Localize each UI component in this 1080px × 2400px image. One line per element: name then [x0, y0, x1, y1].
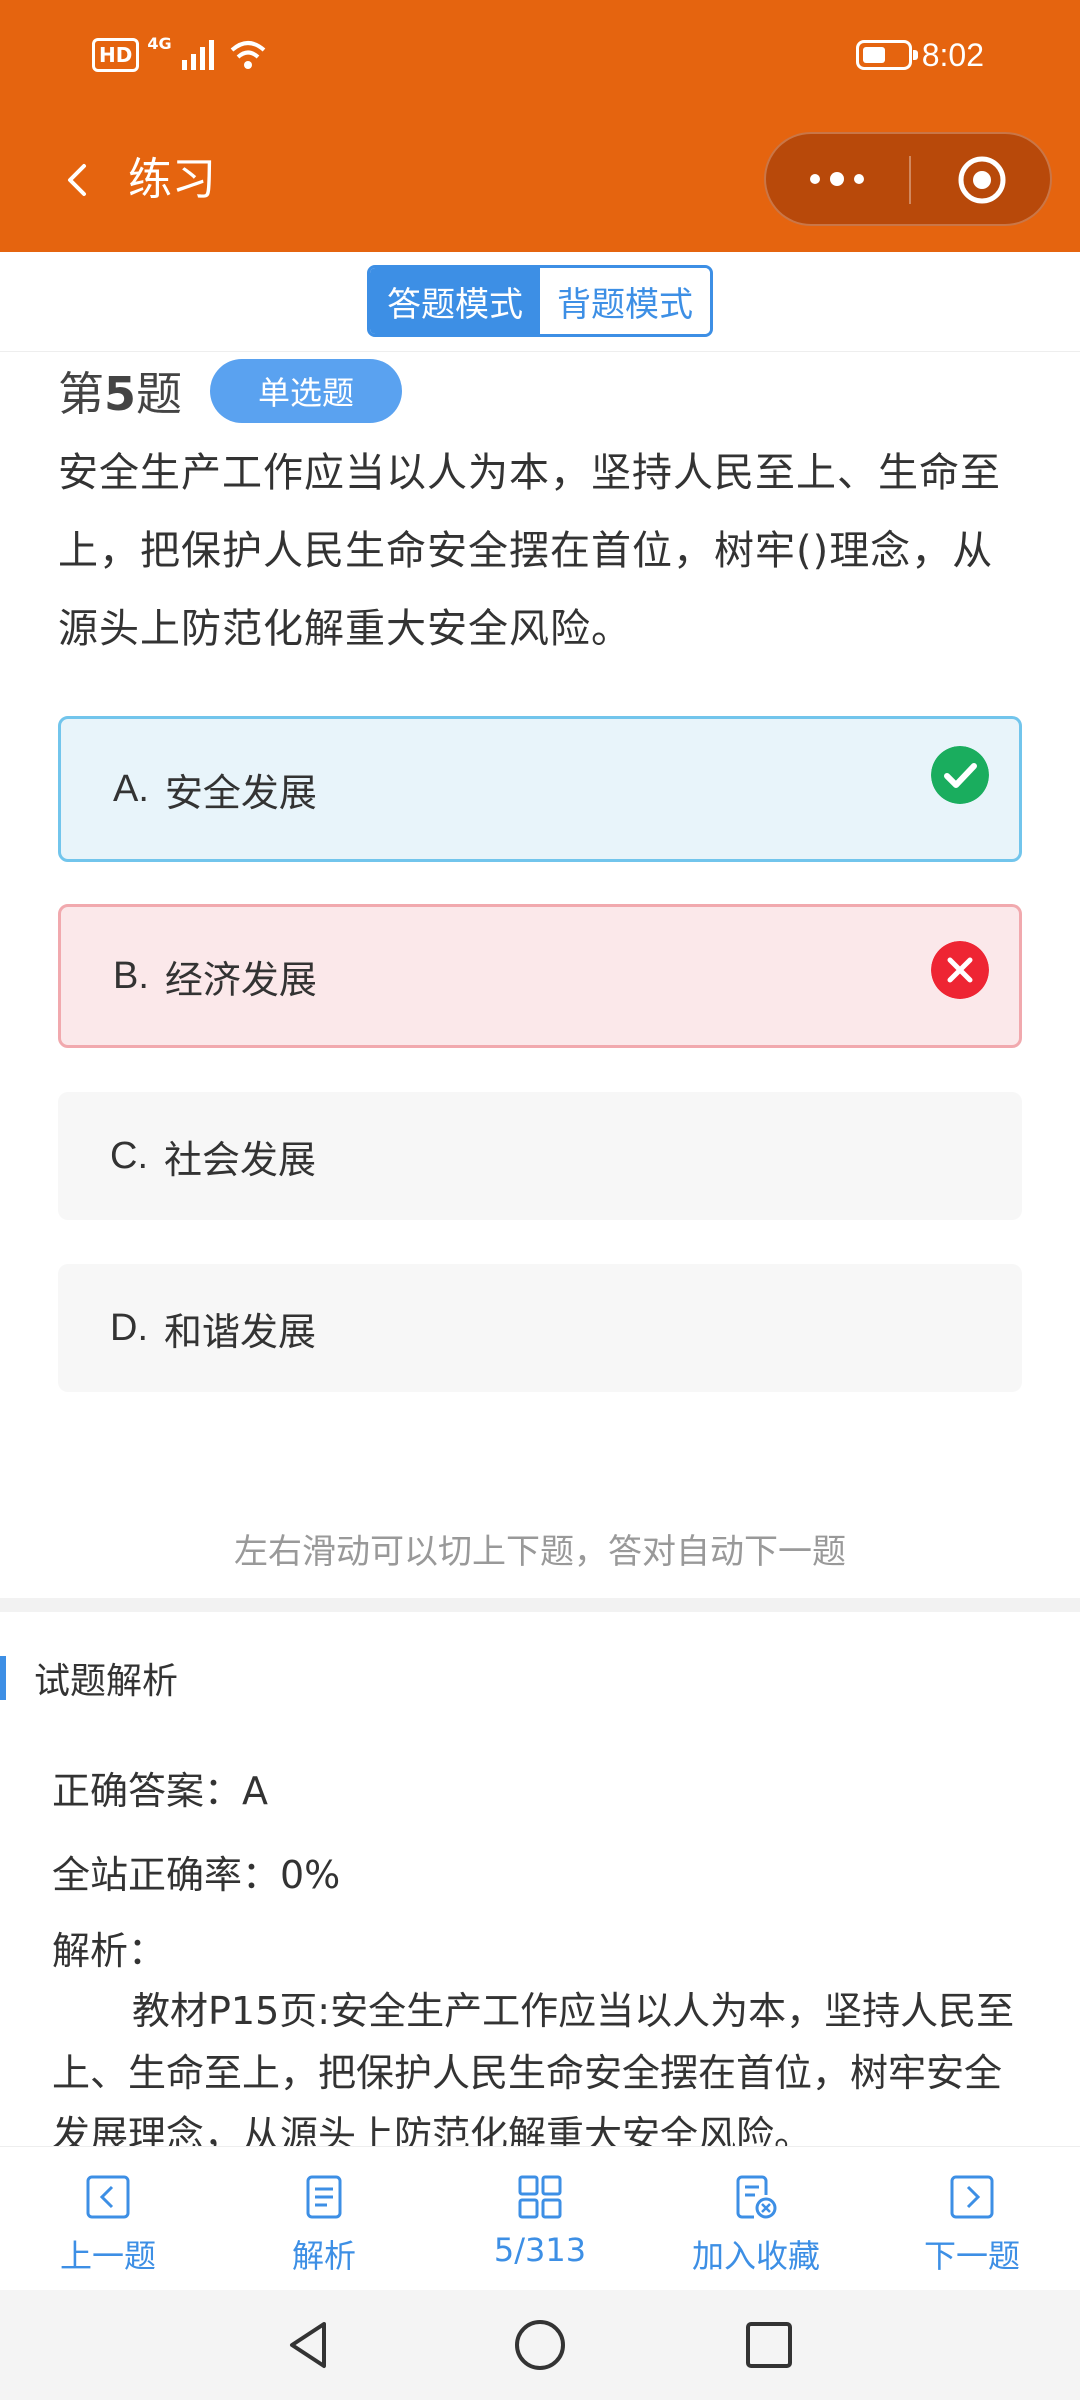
favorite-document-icon — [736, 2175, 777, 2219]
section-accent-bar — [0, 1656, 6, 1700]
hd-icon: HD — [92, 38, 140, 72]
option-letter: C. — [110, 1134, 148, 1177]
more-dot-icon — [854, 174, 864, 184]
option-text: 社会发展 — [164, 1137, 317, 1182]
prev-question-button[interactable]: 上一题 — [0, 2147, 216, 2290]
tab-recite-mode[interactable]: 背题模式 — [540, 268, 710, 334]
nav-label: 下一题 — [923, 2237, 1020, 2275]
page-title: 练习 — [128, 154, 216, 205]
miniapp-capsule — [764, 132, 1052, 226]
option-b[interactable]: B. 经济发展 — [58, 904, 1022, 1048]
analysis-title: 试题解析 — [34, 1661, 179, 1702]
section-divider — [0, 1598, 1080, 1612]
top-bar: HD 4G 8:02 练习 — [0, 0, 1080, 252]
more-menu-button[interactable] — [766, 134, 908, 224]
mode-tabs: 答题模式 背题模式 — [367, 265, 713, 337]
nav-label: 解析 — [291, 2237, 356, 2275]
system-home-icon[interactable] — [507, 2312, 573, 2378]
more-dot-icon — [830, 172, 844, 186]
network-type: 4G — [147, 33, 172, 53]
cross-icon — [931, 941, 989, 999]
option-letter: A. — [113, 767, 149, 810]
back-chevron-icon[interactable] — [58, 150, 98, 210]
grid-icon — [518, 2175, 562, 2219]
more-dot-icon — [810, 174, 820, 184]
option-c[interactable]: C. 社会发展 — [58, 1092, 1022, 1220]
nav-label: 上一题 — [59, 2237, 156, 2275]
progress-label: 5/313 — [493, 2231, 587, 2269]
option-d[interactable]: D. 和谐发展 — [58, 1264, 1022, 1392]
option-a[interactable]: A. 安全发展 — [58, 716, 1022, 862]
option-text: 安全发展 — [164, 770, 317, 815]
option-letter: D. — [110, 1306, 148, 1349]
tab-answer-mode[interactable]: 答题模式 — [370, 268, 540, 334]
question-grid-button[interactable]: 5/313 — [432, 2147, 648, 2290]
question-text: 安全生产工作应当以人为本，坚持人民至上、生命至上，把保护人民生命安全摆在首位，树… — [58, 450, 1001, 652]
signal-indicators: HD 4G — [92, 30, 268, 80]
clock: 8:02 — [921, 36, 984, 73]
question-number: 第5题 — [58, 367, 183, 421]
bottom-nav: 上一题 解析 5/313 加入收藏 下一题 — [0, 2146, 1080, 2290]
system-recents-icon[interactable] — [736, 2312, 802, 2378]
option-letter: B. — [113, 954, 149, 997]
analysis-button[interactable]: 解析 — [216, 2147, 432, 2290]
status-bar: HD 4G 8:02 — [0, 0, 1080, 110]
next-question-button[interactable]: 下一题 — [864, 2147, 1080, 2290]
correct-answer: 正确答案：A — [52, 1769, 268, 1813]
analysis-section-title: 试题解析 — [0, 1648, 178, 1708]
explain-label: 解析： — [52, 1929, 167, 1973]
question-header: 第5题 单选题 — [58, 356, 403, 426]
add-favorite-button[interactable]: 加入收藏 — [648, 2147, 864, 2290]
mode-bar: 答题模式 背题模式 — [0, 252, 1080, 352]
option-text: 经济发展 — [164, 957, 317, 1002]
document-icon — [306, 2175, 342, 2219]
system-back-icon[interactable] — [276, 2312, 342, 2378]
question-type-badge: 单选题 — [210, 359, 403, 423]
wifi-icon — [230, 41, 265, 69]
battery-icon — [855, 40, 918, 70]
capsule-divider — [909, 156, 911, 204]
nav-label: 加入收藏 — [691, 2237, 820, 2275]
swipe-hint: 左右滑动可以切上下题，答对自动下一题 — [234, 1532, 846, 1572]
chevron-left-icon — [86, 2175, 130, 2219]
site-accuracy: 全站正确率：0% — [52, 1853, 341, 1897]
chevron-right-icon — [950, 2175, 994, 2219]
check-icon — [931, 746, 989, 804]
system-nav-bar — [0, 2290, 1080, 2400]
signal-icon — [181, 40, 214, 70]
close-miniapp-icon[interactable] — [956, 154, 1008, 206]
option-text: 和谐发展 — [164, 1309, 317, 1354]
explain-text: 教材P15页:安全生产工作应当以人为本，坚持人民至上、生命至上，把保护人民生命安… — [52, 1989, 1015, 2150]
